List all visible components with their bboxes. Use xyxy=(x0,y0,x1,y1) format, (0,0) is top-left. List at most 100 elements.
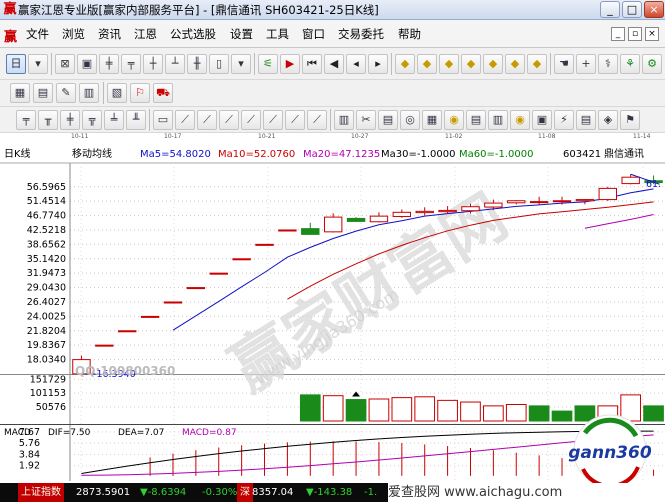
list-tool-icon[interactable]: ▤ xyxy=(576,110,596,130)
angle-tool-icon[interactable]: ⟋ xyxy=(241,110,261,130)
flag-tool-icon[interactable]: ⚑ xyxy=(620,110,640,130)
menu-window[interactable]: 窗口 xyxy=(302,20,325,48)
volume-tick-label: 50576 xyxy=(36,402,66,413)
macd-tick-label: 5.76 xyxy=(19,438,40,449)
close-button[interactable]: × xyxy=(644,1,664,18)
diamond-icon[interactable]: ◆ xyxy=(461,54,481,74)
box-tool-icon[interactable]: ▣ xyxy=(532,110,552,130)
calendar-icon[interactable]: ▦ xyxy=(10,83,30,103)
menu-help[interactable]: 帮助 xyxy=(398,20,421,48)
minimize-button[interactable]: _ xyxy=(600,1,620,18)
gann-fan-icon[interactable]: ⚘ xyxy=(620,54,640,74)
menu-formula-select[interactable]: 公式选股 xyxy=(170,20,216,48)
step-right-icon[interactable]: ▸ xyxy=(368,54,388,74)
bar-tool-icon[interactable]: ▥ xyxy=(488,110,508,130)
dropdown-icon[interactable]: ▾ xyxy=(28,54,48,74)
index-value: 2873.5901 xyxy=(76,487,131,498)
marker-icon[interactable]: ⚐ xyxy=(130,83,150,103)
gold-icon[interactable]: ◉ xyxy=(510,110,530,130)
candle-body xyxy=(118,330,137,333)
grid-tool-icon[interactable]: ▦ xyxy=(422,110,442,130)
candle-body xyxy=(392,211,412,217)
menu-gann[interactable]: 江恩 xyxy=(134,20,157,48)
table-icon[interactable]: ▧ xyxy=(107,83,127,103)
list-tool-icon[interactable]: ▤ xyxy=(378,110,398,130)
chart-type-label: 日K线 xyxy=(4,147,31,160)
line-tool-icon[interactable]: ╪ xyxy=(60,110,80,130)
diamond-icon[interactable]: ◆ xyxy=(483,54,503,74)
volume-bar xyxy=(368,398,390,422)
candle-icon[interactable]: ┴ xyxy=(165,54,185,74)
maximize-button[interactable]: □ xyxy=(622,1,642,18)
app-menu-icon[interactable]: 赢 xyxy=(4,26,17,45)
diamond-icon[interactable]: ◆ xyxy=(505,54,525,74)
menu-browse[interactable]: 浏览 xyxy=(62,20,85,48)
candle-icon[interactable]: ╤ xyxy=(121,54,141,74)
angle-tool-icon[interactable]: ⟋ xyxy=(307,110,327,130)
left-icon[interactable]: ◀ xyxy=(324,54,344,74)
step-left-icon[interactable]: ◂ xyxy=(346,54,366,74)
menu-file[interactable]: 文件 xyxy=(26,20,49,48)
menu-trade[interactable]: 交易委托 xyxy=(338,20,384,48)
edit-icon[interactable]: ✎ xyxy=(56,83,76,103)
truck-icon[interactable]: ⛟ xyxy=(153,83,173,103)
gann-tool-icon[interactable]: ⚟ xyxy=(258,54,278,74)
line-tool-icon[interactable]: ╨ xyxy=(126,110,146,130)
candle-icon[interactable]: ╫ xyxy=(187,54,207,74)
stock-list-icon[interactable]: ⊠ xyxy=(55,54,75,74)
rect-tool-icon[interactable]: ▭ xyxy=(153,110,173,130)
angle-tool-icon[interactable]: ⟋ xyxy=(263,110,283,130)
kline-chart[interactable]: 56.5965 51.4514 46.7740 42.5218 38.6562 35.14… xyxy=(0,141,665,483)
first-icon[interactable]: ⏮ xyxy=(302,54,322,74)
angle-tool-icon[interactable]: ⟋ xyxy=(175,110,195,130)
dropdown-icon[interactable]: ▾ xyxy=(231,54,251,74)
menu-settings[interactable]: 设置 xyxy=(230,20,253,48)
index-name[interactable]: 上证指数 xyxy=(18,483,64,502)
angle-tool-icon[interactable]: ⟋ xyxy=(197,110,217,130)
settings-icon[interactable]: ⚙ xyxy=(642,54,662,74)
angle-tool-icon[interactable]: ⟋ xyxy=(219,110,239,130)
diamond-icon[interactable]: ◆ xyxy=(527,54,547,74)
menu-tools[interactable]: 工具 xyxy=(266,20,289,48)
volume-bar xyxy=(483,405,504,422)
flag-icon[interactable]: ▶ xyxy=(280,54,300,74)
report-icon[interactable]: ▤ xyxy=(33,83,53,103)
candlestick xyxy=(278,229,297,232)
toolbar-separator xyxy=(51,53,52,75)
line-tool-icon[interactable]: ╦ xyxy=(82,110,102,130)
period-select-icon[interactable]: 日 xyxy=(6,54,26,74)
single-candle-icon[interactable]: ▯ xyxy=(209,54,229,74)
cut-icon[interactable]: ✂ xyxy=(356,110,376,130)
line-tool-icon[interactable]: ╥ xyxy=(38,110,58,130)
diamond-icon[interactable]: ◆ xyxy=(395,54,415,74)
diamond-icon[interactable]: ◆ xyxy=(439,54,459,74)
quote-table-icon[interactable]: ▣ xyxy=(77,54,97,74)
gann-box-icon[interactable]: ◈ xyxy=(598,110,618,130)
volume-tick-label: 101153 xyxy=(30,388,66,399)
deep-index-name[interactable]: 深 xyxy=(237,483,253,502)
bar-tool-icon[interactable]: ▥ xyxy=(334,110,354,130)
candlestick xyxy=(140,315,160,318)
line-tool-icon[interactable]: ╧ xyxy=(104,110,124,130)
grid-icon[interactable]: ▥ xyxy=(79,83,99,103)
line-tool-icon[interactable]: ╤ xyxy=(16,110,36,130)
signal-icon[interactable]: ⚡ xyxy=(554,110,574,130)
draw-icon[interactable]: ⚕ xyxy=(598,54,618,74)
list-tool-icon[interactable]: ▤ xyxy=(466,110,486,130)
hand-icon[interactable]: ☚ xyxy=(554,54,574,74)
candle-icon[interactable]: ┼ xyxy=(143,54,163,74)
mdi-close-button[interactable]: × xyxy=(645,27,659,41)
candle-body xyxy=(255,243,274,246)
crosshair-icon[interactable]: + xyxy=(576,54,596,74)
circle-tool-icon[interactable]: ◎ xyxy=(400,110,420,130)
mdi-restore-button[interactable]: ▫ xyxy=(628,27,642,41)
site-footer-watermark: 爱查股网 www.aichagu.com xyxy=(388,483,665,502)
mdi-minimize-button[interactable]: _ xyxy=(611,27,625,41)
angle-tool-icon[interactable]: ⟋ xyxy=(285,110,305,130)
date-tick: 11-14 xyxy=(633,133,651,140)
menu-info[interactable]: 资讯 xyxy=(98,20,121,48)
stock-name: 鼎信通讯 xyxy=(604,148,644,160)
diamond-icon[interactable]: ◆ xyxy=(417,54,437,74)
gold-icon[interactable]: ◉ xyxy=(444,110,464,130)
candle-icon[interactable]: ╪ xyxy=(99,54,119,74)
